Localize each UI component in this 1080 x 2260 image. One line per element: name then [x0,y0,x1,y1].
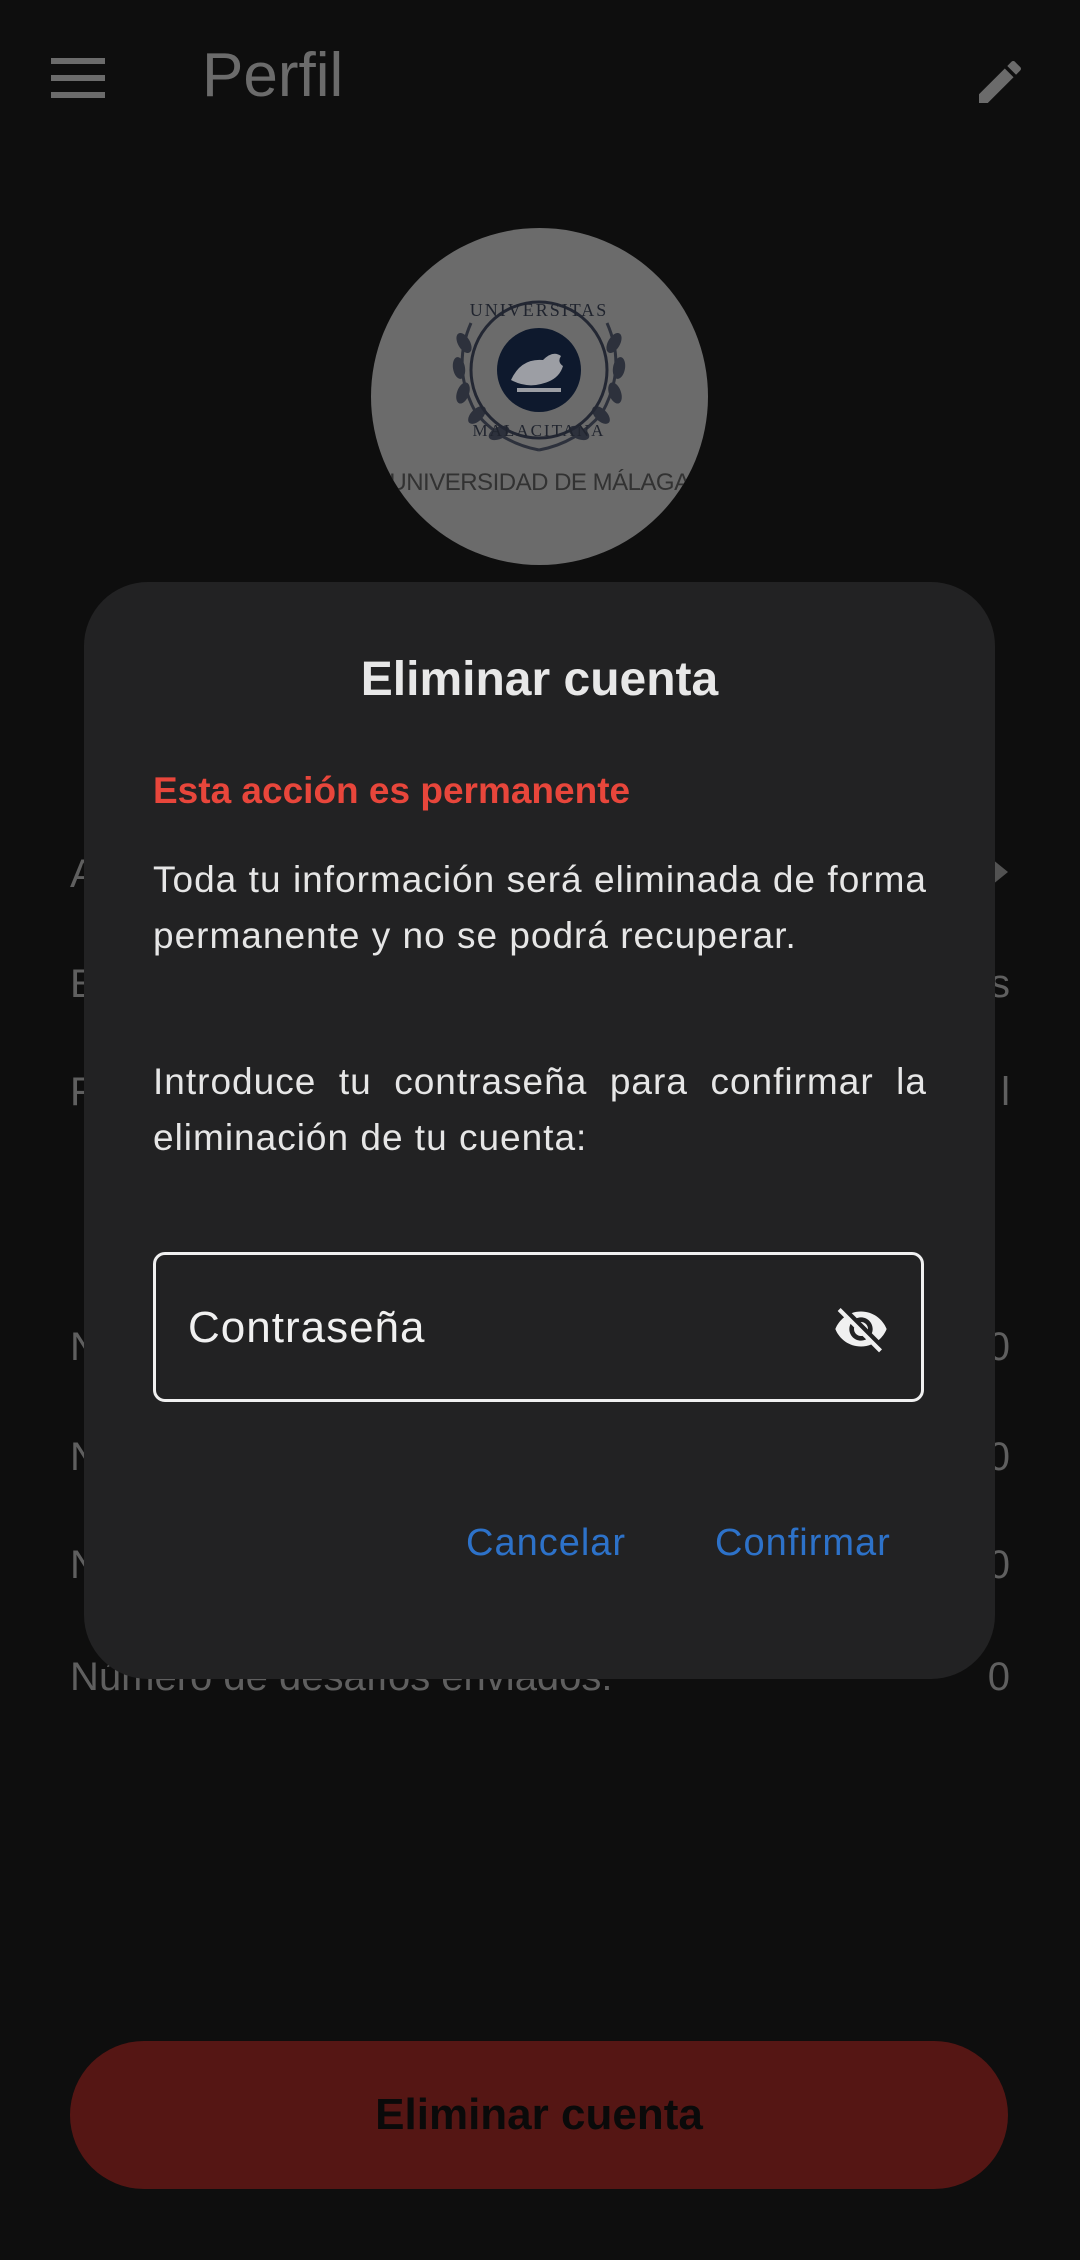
profile-screen: Perfil UNIVERSITAS MALACITANA UNIVERSIDA… [0,0,1080,2260]
warning-text: Esta acción es permanente [153,770,631,811]
cancel-button[interactable]: Cancelar [466,1522,626,1565]
confirm-button[interactable]: Confirmar [715,1522,891,1565]
toggle-password-visibility-button[interactable] [831,1301,891,1357]
info-paragraph: Toda tu información será eliminada de fo… [153,859,927,956]
password-field [153,1252,924,1402]
delete-account-dialog: Eliminar cuenta Esta acción es permanent… [84,582,995,1679]
dialog-title: Eliminar cuenta [360,653,719,706]
visibility-off-icon [835,1308,887,1353]
instruction-paragraph: Introduce tu contraseña para confirmar l… [153,1061,927,1158]
password-input[interactable] [186,1255,810,1401]
